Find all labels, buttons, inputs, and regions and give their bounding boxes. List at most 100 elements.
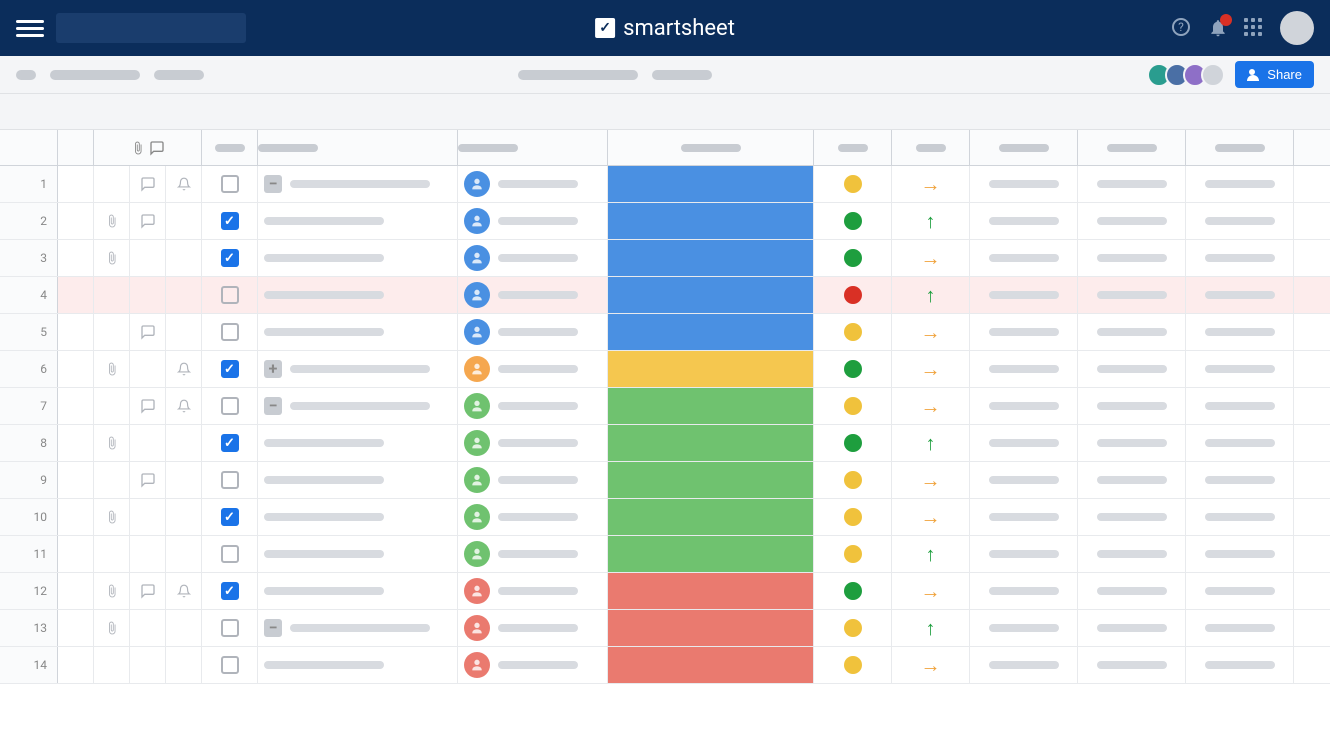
primary-cell[interactable] (58, 166, 94, 202)
status-cell[interactable] (608, 351, 814, 387)
assignee-cell[interactable] (458, 277, 608, 313)
checkbox-cell[interactable] (202, 425, 258, 461)
primary-cell[interactable] (58, 351, 94, 387)
assignee-cell[interactable] (458, 351, 608, 387)
primary-cell[interactable] (58, 277, 94, 313)
health-cell[interactable] (814, 314, 892, 350)
trend-cell[interactable]: → (892, 388, 970, 424)
data-cell[interactable] (1078, 166, 1186, 202)
status-cell[interactable] (608, 499, 814, 535)
data-cell[interactable] (1186, 610, 1294, 646)
collaborator-avatar[interactable] (1201, 63, 1225, 87)
trend-cell[interactable]: → (892, 240, 970, 276)
status-cell[interactable] (608, 425, 814, 461)
data-cell[interactable] (1186, 647, 1294, 683)
attachment-cell[interactable] (94, 499, 130, 535)
trend-header[interactable] (892, 130, 970, 165)
primary-cell[interactable] (58, 388, 94, 424)
task-cell[interactable] (258, 203, 458, 239)
primary-cell[interactable] (58, 647, 94, 683)
task-cell[interactable] (258, 314, 458, 350)
trend-cell[interactable]: ↑ (892, 610, 970, 646)
data-cell[interactable] (970, 351, 1078, 387)
collaborator-avatars[interactable] (1153, 63, 1225, 87)
data-cell[interactable] (1186, 425, 1294, 461)
comment-cell[interactable] (130, 351, 166, 387)
table-row[interactable]: 13 ↑ (0, 610, 1330, 647)
checkbox-cell[interactable] (202, 462, 258, 498)
attachment-cell[interactable] (94, 388, 130, 424)
checkbox[interactable] (221, 397, 239, 415)
checkbox-cell[interactable] (202, 240, 258, 276)
attachment-cell[interactable] (94, 425, 130, 461)
table-row[interactable]: 14 → (0, 647, 1330, 684)
indicators-header[interactable] (94, 130, 202, 165)
row-number[interactable]: 1 (0, 166, 58, 202)
comment-cell[interactable] (130, 240, 166, 276)
reminder-cell[interactable] (166, 314, 202, 350)
attachment-cell[interactable] (94, 314, 130, 350)
reminder-cell[interactable] (166, 573, 202, 609)
status-cell[interactable] (608, 610, 814, 646)
data-cell[interactable] (1078, 277, 1186, 313)
reminder-cell[interactable] (166, 166, 202, 202)
data-cell[interactable] (1078, 499, 1186, 535)
task-cell[interactable] (258, 351, 458, 387)
attachment-cell[interactable] (94, 610, 130, 646)
status-cell[interactable] (608, 536, 814, 572)
task-cell[interactable] (258, 647, 458, 683)
data-cell[interactable] (1186, 573, 1294, 609)
task-header[interactable] (258, 130, 458, 165)
data-cell[interactable] (1186, 314, 1294, 350)
task-cell[interactable] (258, 388, 458, 424)
comment-cell[interactable] (130, 314, 166, 350)
data-cell[interactable] (1186, 203, 1294, 239)
search-input[interactable] (56, 13, 246, 43)
checkbox-cell[interactable] (202, 166, 258, 202)
table-row[interactable]: 10 → (0, 499, 1330, 536)
data-cell[interactable] (1186, 240, 1294, 276)
assignee-cell[interactable] (458, 425, 608, 461)
row-number[interactable]: 8 (0, 425, 58, 461)
primary-cell[interactable] (58, 240, 94, 276)
task-cell[interactable] (258, 425, 458, 461)
table-row[interactable]: 1 → (0, 166, 1330, 203)
checkbox[interactable] (221, 656, 239, 674)
trend-cell[interactable]: → (892, 499, 970, 535)
health-cell[interactable] (814, 462, 892, 498)
trend-cell[interactable]: → (892, 314, 970, 350)
checkbox-header[interactable] (202, 130, 258, 165)
table-row[interactable]: 9 → (0, 462, 1330, 499)
data-cell[interactable] (970, 388, 1078, 424)
status-cell[interactable] (608, 573, 814, 609)
primary-header[interactable] (58, 130, 94, 165)
data-cell[interactable] (970, 647, 1078, 683)
health-cell[interactable] (814, 351, 892, 387)
data-cell[interactable] (970, 203, 1078, 239)
trend-cell[interactable]: → (892, 647, 970, 683)
sheet-menu[interactable] (154, 70, 204, 80)
health-cell[interactable] (814, 388, 892, 424)
notifications-icon[interactable] (1208, 18, 1228, 38)
status-cell[interactable] (608, 388, 814, 424)
primary-cell[interactable] (58, 314, 94, 350)
col-a-header[interactable] (970, 130, 1078, 165)
help-icon[interactable]: ? (1172, 18, 1192, 38)
status-cell[interactable] (608, 314, 814, 350)
row-number[interactable]: 14 (0, 647, 58, 683)
assignee-cell[interactable] (458, 499, 608, 535)
checkbox[interactable] (221, 545, 239, 563)
data-cell[interactable] (970, 610, 1078, 646)
health-cell[interactable] (814, 203, 892, 239)
row-number[interactable]: 13 (0, 610, 58, 646)
data-cell[interactable] (970, 240, 1078, 276)
primary-cell[interactable] (58, 499, 94, 535)
table-row[interactable]: 12 → (0, 573, 1330, 610)
task-cell[interactable] (258, 573, 458, 609)
comment-cell[interactable] (130, 277, 166, 313)
attachment-cell[interactable] (94, 277, 130, 313)
data-cell[interactable] (970, 573, 1078, 609)
health-cell[interactable] (814, 166, 892, 202)
assignee-cell[interactable] (458, 203, 608, 239)
comment-cell[interactable] (130, 425, 166, 461)
